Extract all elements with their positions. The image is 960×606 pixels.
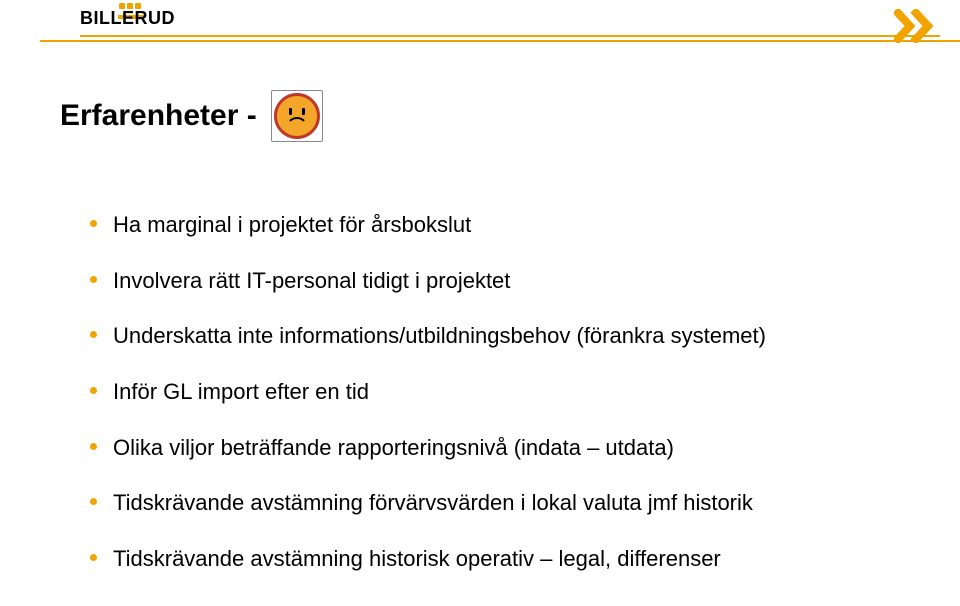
bullet-text: Ha marginal i projektet för årsbokslut	[113, 210, 471, 240]
chevrons-icon	[892, 6, 940, 46]
header-rule-bottom	[40, 40, 960, 42]
slide-header: BILLERUD	[0, 0, 960, 60]
sad-face-icon	[274, 93, 320, 139]
list-item: Inför GL import efter en tid	[90, 377, 880, 407]
logo-crown-icon	[118, 0, 142, 6]
bullet-dot-icon	[90, 443, 97, 450]
list-item: Tidskrävande avstämning förvärvsvärden i…	[90, 488, 880, 518]
bullet-text: Tidskrävande avstämning förvärvsvärden i…	[113, 488, 753, 518]
bullet-dot-icon	[90, 220, 97, 227]
bullet-dot-icon	[90, 276, 97, 283]
list-item: Olika viljor beträffande rapporteringsni…	[90, 433, 880, 463]
bullet-text: Olika viljor beträffande rapporteringsni…	[113, 433, 674, 463]
list-item: Ha marginal i projektet för årsbokslut	[90, 210, 880, 240]
slide-title-row: Erfarenheter -	[60, 90, 323, 142]
brand-logo: BILLERUD	[80, 8, 175, 29]
bullet-dot-icon	[90, 554, 97, 561]
slide-title: Erfarenheter -	[60, 99, 257, 133]
list-item: Involvera rätt IT-personal tidigt i proj…	[90, 266, 880, 296]
bullet-dot-icon	[90, 498, 97, 505]
list-item: Tidskrävande avstämning historisk operat…	[90, 544, 880, 574]
header-rule-top	[80, 35, 940, 37]
bullet-dot-icon	[90, 331, 97, 338]
bullet-text: Inför GL import efter en tid	[113, 377, 369, 407]
bullet-text: Underskatta inte informations/utbildning…	[113, 321, 766, 351]
bullet-dot-icon	[90, 387, 97, 394]
bullet-text: Tidskrävande avstämning historisk operat…	[113, 544, 721, 574]
bullet-text: Involvera rätt IT-personal tidigt i proj…	[113, 266, 510, 296]
list-item: Underskatta inte informations/utbildning…	[90, 321, 880, 351]
emoticon-frame	[271, 90, 323, 142]
bullet-list: Ha marginal i projektet för årsbokslut I…	[90, 210, 880, 600]
